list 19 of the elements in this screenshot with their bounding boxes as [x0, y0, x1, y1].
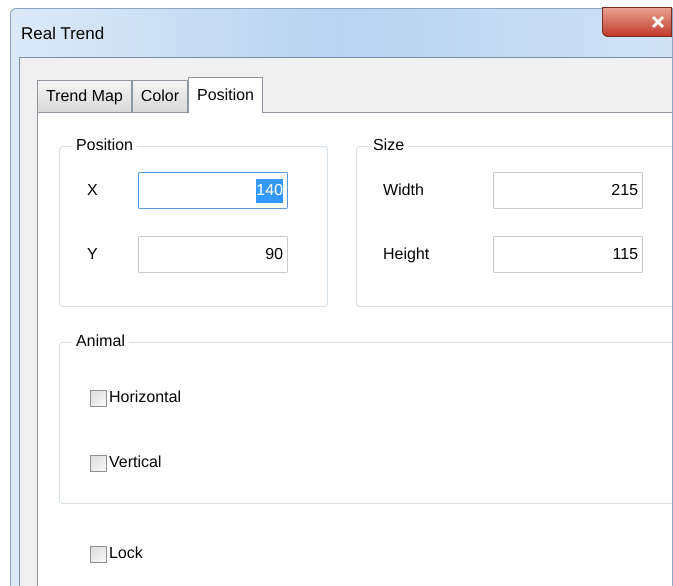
- field-label: Y: [87, 244, 99, 264]
- checkbox-label: Lock: [109, 544, 143, 564]
- field-label: Width: [383, 180, 425, 200]
- checkbox-label: Vertical: [109, 453, 162, 473]
- close-icon: [651, 15, 665, 29]
- checkbox[interactable]: [90, 390, 107, 406]
- tab[interactable]: Color: [132, 80, 188, 112]
- field-label: Height: [383, 244, 430, 264]
- tab[interactable]: Trend Map: [37, 80, 132, 112]
- input-field[interactable]: 215: [493, 172, 643, 209]
- checkbox-label: Horizontal: [109, 388, 182, 408]
- input-field[interactable]: 90: [138, 236, 288, 273]
- window-title: Real Trend: [20, 23, 104, 45]
- checkbox[interactable]: [90, 454, 107, 472]
- tab[interactable]: Position: [188, 77, 263, 113]
- checkbox[interactable]: [90, 546, 107, 562]
- input-field[interactable]: 115: [493, 236, 643, 273]
- field-label: X: [87, 180, 99, 200]
- close-button[interactable]: [602, 7, 672, 37]
